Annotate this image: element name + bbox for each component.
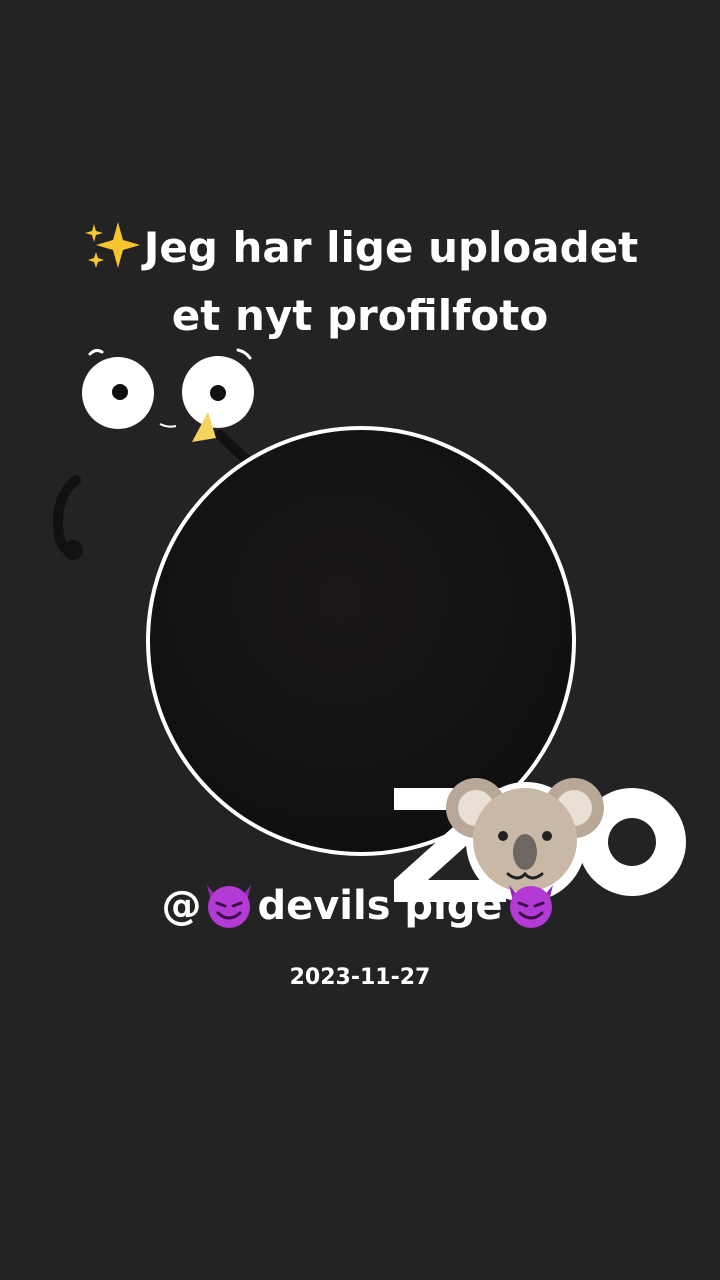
post-date: 2023-11-27 — [289, 965, 431, 990]
username-name: devils pige — [257, 883, 503, 929]
headline: Jeg har lige uploadet et nyt profilfoto — [0, 214, 720, 350]
headline-line-1: Jeg har lige uploadet — [0, 214, 720, 282]
story-screen: Jeg har lige uploadet et nyt profilfoto — [0, 0, 720, 1280]
smiling-devil-icon — [207, 885, 252, 928]
headline-text-1: Jeg har lige uploadet — [143, 223, 639, 272]
username: @ devils pige — [0, 878, 720, 934]
sparkles-icon — [84, 222, 140, 268]
at-sign: @ — [161, 883, 202, 929]
smiling-devil-icon — [508, 885, 553, 928]
